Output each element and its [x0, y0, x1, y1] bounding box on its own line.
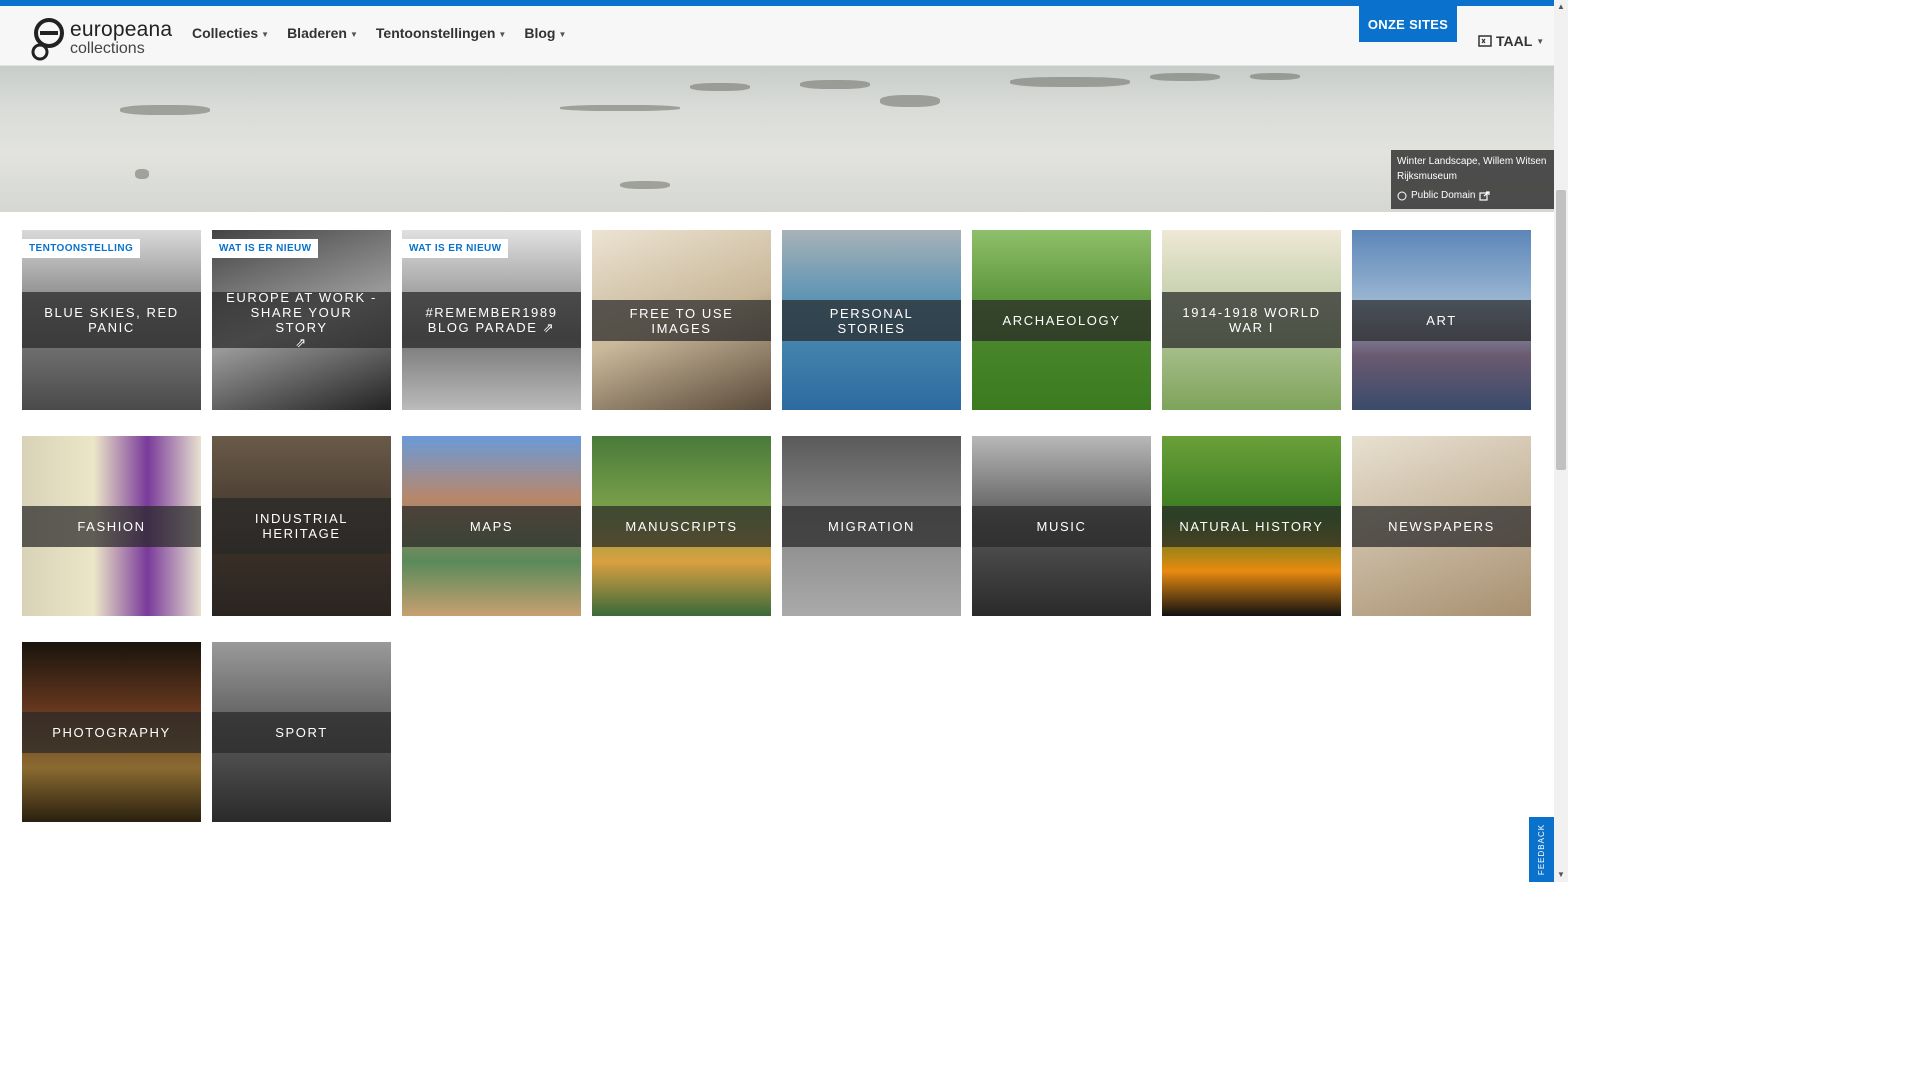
tile-label-band: MANUSCRIPTS — [592, 506, 771, 547]
nav-tentoonstellingen[interactable]: Tentoonstellingen ▼ — [376, 25, 506, 41]
tile-photography[interactable]: PHOTOGRAPHY — [22, 642, 201, 822]
tile-label-band: ART — [1352, 300, 1531, 341]
nav-collecties[interactable]: Collecties ▼ — [192, 25, 269, 41]
tile-badge: WAT IS ER NIEUW — [212, 239, 319, 258]
tile-title: BLUE SKIES, RED PANIC — [44, 305, 179, 335]
caret-down-icon: ▼ — [1536, 36, 1545, 46]
caret-down-icon: ▼ — [558, 29, 567, 39]
tile-industrial-heritage[interactable]: INDUSTRIAL HERITAGE — [212, 436, 391, 616]
tile-music[interactable]: MUSIC — [972, 436, 1151, 616]
tile-title: PHOTOGRAPHY — [52, 725, 171, 740]
credit-institution: Rijksmuseum — [1397, 171, 1458, 182]
tile-label-band: MUSIC — [972, 506, 1151, 547]
tile-fashion[interactable]: FASHION — [22, 436, 201, 616]
tile-sport[interactable]: SPORT — [212, 642, 391, 822]
tile-label-band: 1914-1918 WORLD WAR I — [1162, 292, 1341, 348]
tile-newspapers[interactable]: NEWSPAPERS — [1352, 436, 1531, 616]
tile-label-band: PHOTOGRAPHY — [22, 712, 201, 753]
nav-collecties-label: Collecties — [192, 25, 259, 41]
tile-label-band: NEWSPAPERS — [1352, 506, 1531, 547]
caret-down-icon: ▼ — [498, 29, 507, 39]
nav-bladeren[interactable]: Bladeren ▼ — [287, 25, 358, 41]
tile-title: MUSIC — [1036, 519, 1087, 534]
language-icon — [1478, 35, 1492, 47]
tile-label-band: INDUSTRIAL HERITAGE — [212, 498, 391, 554]
hero-credit: Winter Landscape, Willem Witsen Rijksmus… — [1391, 150, 1554, 209]
page-scrollbar[interactable]: ▲ ▼ — [1554, 0, 1568, 882]
tile-badge: WAT IS ER NIEUW — [402, 239, 509, 258]
main-nav: Collecties ▼ Bladeren ▼ Tentoonstellingen ▼… — [192, 25, 584, 41]
tile-label-band: MIGRATION — [782, 506, 961, 547]
tile-migration[interactable]: MIGRATION — [782, 436, 961, 616]
tile-title: ART — [1426, 313, 1457, 328]
language-label: TAAL — [1496, 33, 1533, 49]
tile-archaeology[interactable]: ARCHAEOLOGY — [972, 230, 1151, 410]
tile-title: FASHION — [77, 519, 146, 534]
external-link-icon[interactable] — [1479, 190, 1491, 201]
credit-license[interactable]: Public Domain — [1411, 188, 1475, 203]
tile-label-band: MAPS — [402, 506, 581, 547]
tile-label-band: #REMEMBER1989 BLOG PARADE ⇗ — [402, 292, 581, 348]
tile-blue-skies-red-panic[interactable]: TENTOONSTELLING BLUE SKIES, RED PANIC — [22, 230, 201, 410]
scrollbar-thumb[interactable] — [1556, 190, 1566, 470]
caret-down-icon: ▼ — [261, 29, 270, 39]
tile-label-band: ARCHAEOLOGY — [972, 300, 1151, 341]
hero-image — [0, 65, 1554, 212]
onze-sites-button[interactable]: ONZE SITES — [1359, 6, 1457, 42]
tile-label-band: BLUE SKIES, RED PANIC — [22, 292, 201, 348]
public-domain-icon — [1397, 191, 1407, 200]
tile-title: PERSONAL STORIES — [829, 305, 914, 336]
language-selector[interactable]: TAAL ▼ — [1478, 33, 1544, 49]
tile-remember1989[interactable]: WAT IS ER NIEUW #REMEMBER1989 BLOG PARAD… — [402, 230, 581, 410]
nav-blog[interactable]: Blog ▼ — [524, 25, 566, 41]
tile-title: 1914-1918 WORLD WAR I — [1182, 305, 1321, 335]
external-link-icon: ⇗ — [295, 335, 308, 350]
tile-title: NEWSPAPERS — [1388, 519, 1495, 534]
nav-bladeren-label: Bladeren — [287, 25, 347, 41]
tile-label-band: FASHION — [22, 506, 201, 547]
site-header: europeana collections Collecties ▼ Blader… — [0, 6, 1554, 66]
tile-title: MIGRATION — [827, 519, 916, 534]
tile-maps[interactable]: MAPS — [402, 436, 581, 616]
tile-label-band: NATURAL HISTORY — [1162, 506, 1341, 547]
tile-title: MAPS — [469, 519, 514, 534]
tile-free-to-use-images[interactable]: FREE TO USE IMAGES — [592, 230, 771, 410]
credit-title: Winter Landscape, Willem Witsen — [1397, 156, 1547, 167]
tile-title: #REMEMBER1989 BLOG PARADE ⇗ — [425, 305, 558, 335]
scroll-up-icon[interactable]: ▲ — [1557, 2, 1565, 11]
logo-text-europeana: europeana — [70, 18, 173, 41]
tile-title: NATURAL HISTORY — [1179, 519, 1324, 534]
tile-label-band: PERSONAL STORIES — [782, 300, 961, 341]
europeana-logo-icon — [31, 18, 64, 61]
logo-text-collections: collections — [70, 40, 145, 57]
tile-badge: TENTOONSTELLING — [22, 239, 141, 258]
tile-title: MANUSCRIPTS — [625, 519, 738, 534]
scroll-down-icon[interactable]: ▼ — [1557, 870, 1565, 879]
tile-world-war-i[interactable]: 1914-1918 WORLD WAR I — [1162, 230, 1341, 410]
tile-label-band: EUROPE AT WORK - SHARE YOUR STORY ⇗ — [212, 290, 391, 350]
feedback-label: FEEDBACK — [1537, 823, 1546, 876]
tile-label-band: FREE TO USE IMAGES — [592, 300, 771, 341]
nav-tentoonstellingen-label: Tentoonstellingen — [375, 25, 496, 41]
tile-title: FREE TO USE IMAGES — [629, 305, 734, 336]
tile-title: EUROPE AT WORK - SHARE YOUR STORY ⇗ — [226, 290, 377, 350]
tile-title: INDUSTRIAL HERITAGE — [254, 511, 349, 541]
nav-blog-label: Blog — [524, 25, 556, 41]
tile-manuscripts[interactable]: MANUSCRIPTS — [592, 436, 771, 616]
tile-personal-stories[interactable]: PERSONAL STORIES — [782, 230, 961, 410]
caret-down-icon: ▼ — [349, 29, 358, 39]
tile-title: ARCHAEOLOGY — [1002, 313, 1121, 328]
tile-art[interactable]: ART — [1352, 230, 1531, 410]
feedback-button[interactable]: FEEDBACK — [1529, 817, 1554, 882]
tile-title: SPORT — [275, 725, 328, 740]
external-link-icon: ⇗ — [542, 320, 556, 335]
tile-natural-history[interactable]: NATURAL HISTORY — [1162, 436, 1341, 616]
tile-europe-at-work[interactable]: WAT IS ER NIEUW EUROPE AT WORK - SHARE Y… — [212, 230, 391, 410]
europeana-logo[interactable]: europeana collections — [30, 18, 173, 66]
tile-label-band: SPORT — [212, 712, 391, 753]
